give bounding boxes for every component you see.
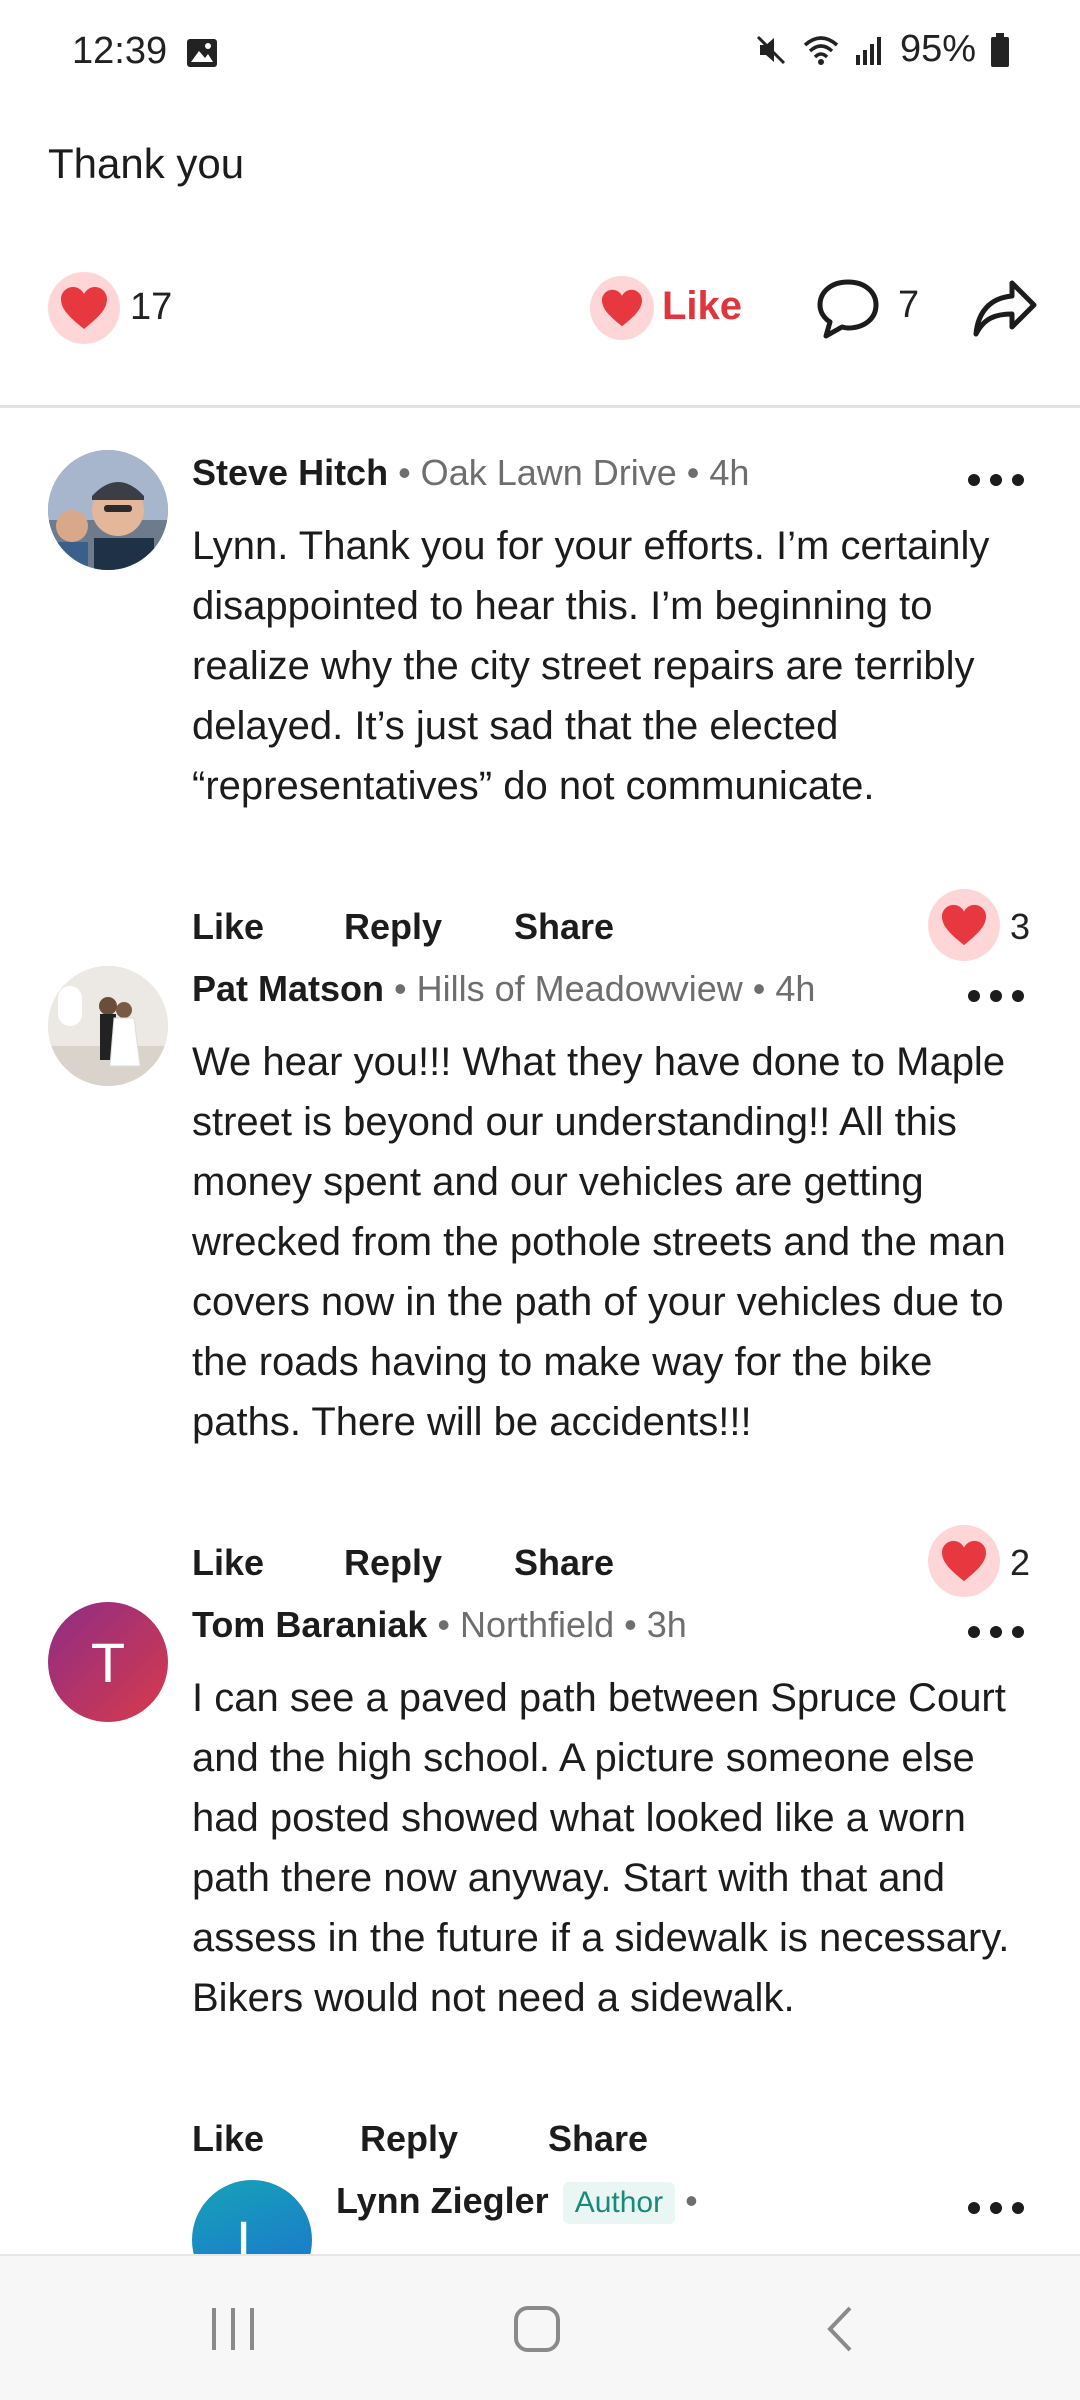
comment-icon[interactable] [816, 278, 880, 340]
avatar-photo [48, 966, 168, 1086]
reply-button[interactable]: Reply [344, 906, 442, 948]
reply-author[interactable]: Lynn Ziegler [336, 2180, 549, 2221]
reply-button[interactable]: Reply [344, 1542, 442, 1584]
share-button[interactable]: Share [514, 906, 614, 948]
heart-icon [602, 289, 642, 327]
battery-icon [991, 32, 1009, 67]
post-action-row: 17 Like 7 [0, 270, 1080, 350]
like-button[interactable]: Like [192, 1542, 264, 1584]
battery-percent: 95% [899, 28, 976, 70]
comment-reaction[interactable] [928, 1525, 1000, 1597]
avatar[interactable]: T [48, 1602, 168, 1722]
more-icon[interactable] [968, 474, 1024, 490]
reaction-count[interactable]: 17 [130, 286, 172, 329]
like-heart[interactable] [590, 276, 654, 340]
post-body: Thank you [48, 140, 245, 187]
more-icon[interactable] [968, 2202, 1024, 2218]
more-icon[interactable] [968, 990, 1024, 1006]
recents-icon[interactable] [208, 2306, 258, 2352]
comment-text: We hear you!!! What they have done to Ma… [192, 1040, 1006, 1444]
heart-icon [61, 287, 107, 329]
comment-author-line: Pat Matson • Hills of Meadowview • 4h [192, 968, 815, 1010]
comment-meta: • Oak Lawn Drive • 4h [388, 452, 750, 493]
share-button[interactable]: Share [548, 2118, 648, 2160]
heart-icon [942, 1540, 986, 1582]
comment-meta: • Northfield • 3h [427, 1604, 687, 1645]
status-icons: 95% [754, 28, 1010, 71]
image-icon [187, 39, 217, 67]
reply-meta: • [675, 2180, 698, 2221]
share-button[interactable]: Share [514, 1542, 614, 1584]
mute-icon [756, 35, 785, 64]
more-icon[interactable] [968, 1626, 1024, 1642]
back-icon[interactable] [822, 2304, 856, 2354]
comment-author[interactable]: Tom Baraniak [192, 1604, 427, 1645]
comment-reaction[interactable] [928, 889, 1000, 961]
reply-author-line: Lynn Ziegler Author • [336, 2180, 698, 2225]
avatar[interactable] [48, 450, 168, 570]
comment-author-line: Steve Hitch • Oak Lawn Drive • 4h [192, 452, 749, 494]
like-button[interactable]: Like [192, 906, 264, 948]
home-icon[interactable] [512, 2304, 562, 2354]
system-nav-bar [0, 2254, 1080, 2400]
divider [0, 405, 1080, 408]
like-button[interactable]: Like [192, 2118, 264, 2160]
like-button[interactable]: Like [662, 284, 742, 329]
comment-reaction-count[interactable]: 3 [1010, 906, 1030, 948]
wifi-icon [803, 35, 839, 65]
signal-icon [855, 36, 881, 65]
share-icon[interactable] [972, 278, 1038, 340]
status-bar: 12:39 95% [0, 0, 1080, 100]
comment-author-line: Tom Baraniak • Northfield • 3h [192, 1604, 687, 1646]
comment-meta: • Hills of Meadowview • 4h [384, 968, 816, 1009]
reply-button[interactable]: Reply [360, 2118, 458, 2160]
comment-text: I can see a paved path between Spruce Co… [192, 1676, 1010, 2020]
avatar-photo [48, 450, 168, 570]
comment-author[interactable]: Pat Matson [192, 968, 384, 1009]
heart-icon [942, 904, 986, 946]
reaction-button[interactable] [48, 272, 120, 344]
comment-reaction-count[interactable]: 2 [1010, 1542, 1030, 1584]
status-time: 12:39 [72, 30, 168, 72]
comment-count[interactable]: 7 [898, 284, 919, 327]
author-badge: Author [562, 2182, 676, 2225]
comment-author[interactable]: Steve Hitch [192, 452, 388, 493]
comment-text: Lynn. Thank you for your efforts. I’m ce… [192, 524, 990, 808]
avatar[interactable] [48, 966, 168, 1086]
avatar-letter: T [90, 1630, 126, 1694]
